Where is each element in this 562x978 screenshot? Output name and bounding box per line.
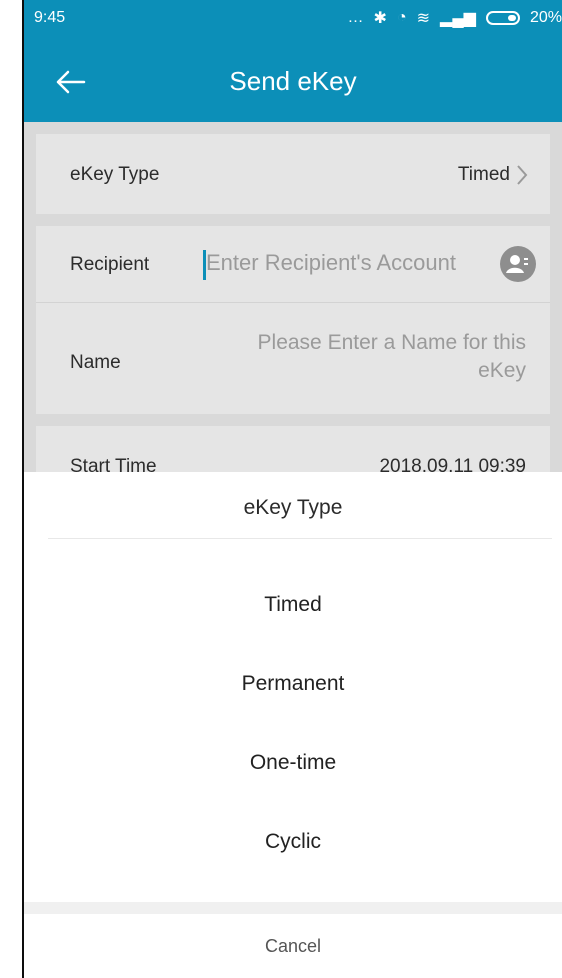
alarm-icon: ◔ bbox=[396, 9, 407, 26]
cancel-button[interactable]: Cancel bbox=[24, 914, 562, 978]
phone-screen: 9:45 … ✱ ◔ ≋ ▂▄▆ 20% Send eKey eKey Type… bbox=[24, 0, 562, 978]
ekey-type-value: Timed bbox=[457, 164, 510, 185]
option-permanent[interactable]: Permanent bbox=[24, 654, 562, 714]
name-placeholder-line1: Please Enter a Name for this bbox=[257, 331, 526, 354]
recipient-card: Recipient Enter Recipient's Account Name… bbox=[36, 226, 550, 414]
chevron-right-icon bbox=[517, 165, 528, 185]
app-bar: Send eKey bbox=[24, 36, 562, 122]
name-label: Name bbox=[70, 352, 121, 373]
name-input[interactable]: Please Enter a Name for this eKey bbox=[206, 329, 526, 385]
signal-icon: ▂▄▆ bbox=[440, 10, 476, 27]
page-title: Send eKey bbox=[229, 66, 357, 96]
wifi-icon: ≋ bbox=[416, 10, 431, 27]
ekey-type-sheet: eKey Type Timed Permanent One-time Cycli… bbox=[24, 472, 562, 978]
left-edge bbox=[0, 0, 24, 978]
option-one-time[interactable]: One-time bbox=[24, 733, 562, 793]
status-bar: 9:45 … ✱ ◔ ≋ ▂▄▆ 20% bbox=[24, 0, 562, 36]
status-time: 9:45 bbox=[34, 9, 66, 26]
recipient-label: Recipient bbox=[70, 254, 150, 275]
contact-icon[interactable] bbox=[500, 246, 536, 282]
option-cyclic[interactable]: Cyclic bbox=[24, 812, 562, 872]
recipient-input[interactable]: Enter Recipient's Account bbox=[206, 250, 456, 276]
ekey-type-label: eKey Type bbox=[70, 164, 160, 185]
status-icons: … ✱ ◔ ≋ ▂▄▆ 20% bbox=[348, 8, 562, 28]
cancel-separator bbox=[24, 902, 562, 914]
more-icon: … bbox=[347, 9, 364, 26]
ekey-type-card[interactable]: eKey Type Timed bbox=[36, 134, 550, 214]
sheet-title: eKey Type bbox=[243, 496, 343, 519]
battery-percent: 20% bbox=[529, 9, 562, 26]
name-row[interactable]: Name Please Enter a Name for this eKey bbox=[36, 303, 550, 414]
sheet-divider bbox=[48, 538, 552, 539]
recipient-row[interactable]: Recipient Enter Recipient's Account bbox=[36, 226, 550, 302]
option-timed[interactable]: Timed bbox=[24, 575, 562, 635]
name-placeholder-line2: eKey bbox=[478, 359, 526, 382]
battery-icon bbox=[485, 11, 520, 25]
bluetooth-icon: ✱ bbox=[373, 10, 387, 27]
